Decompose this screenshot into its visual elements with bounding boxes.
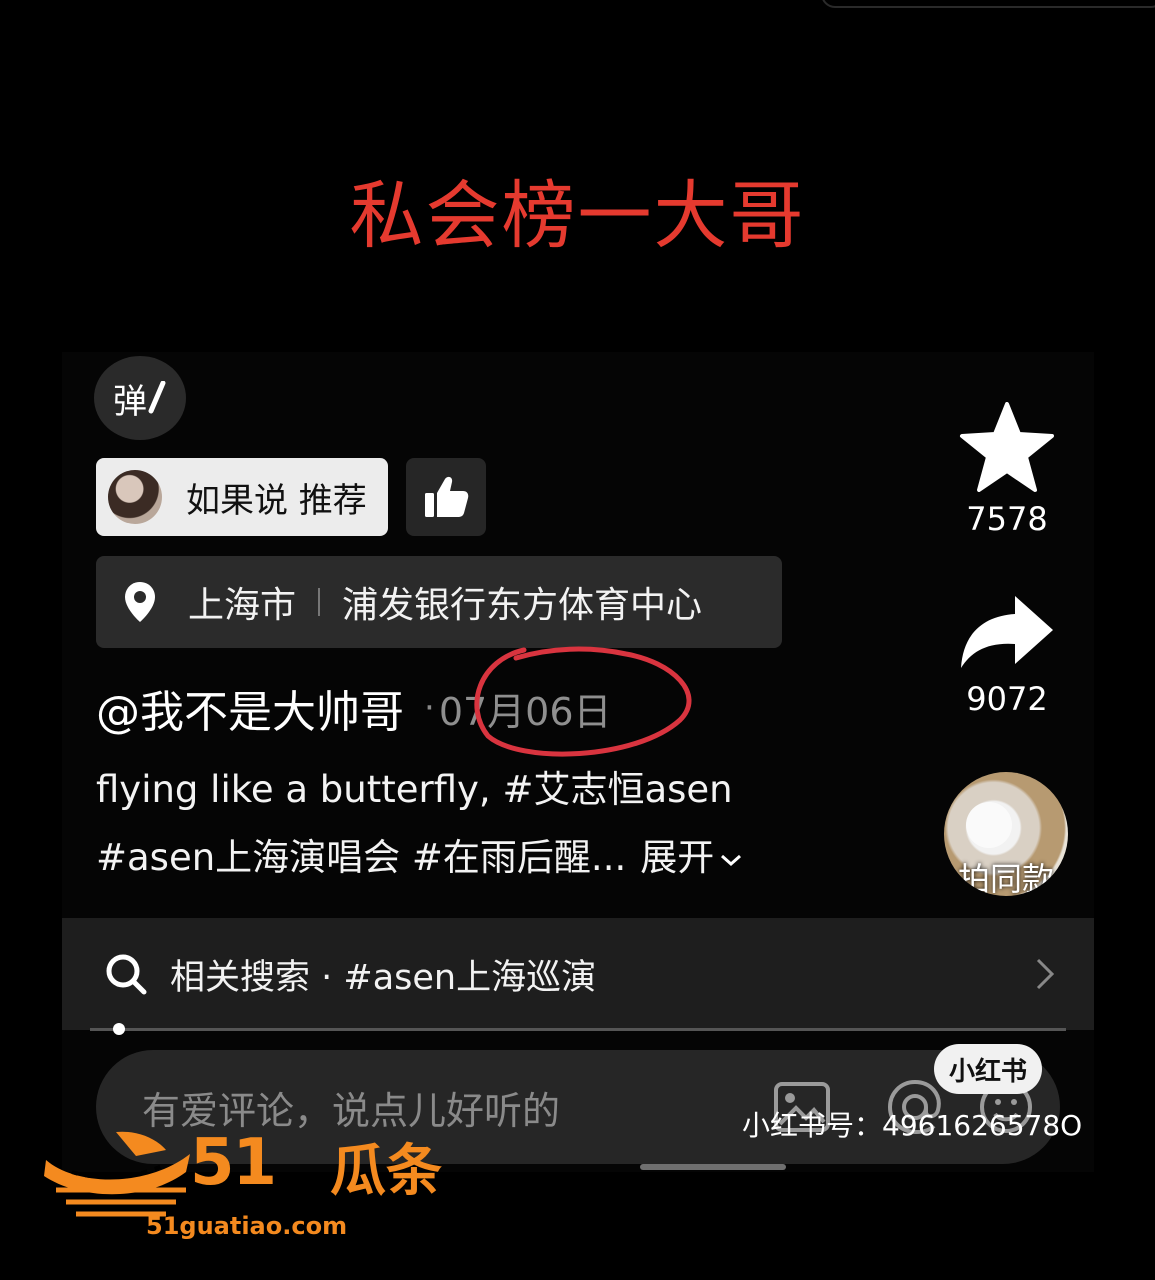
platform-id-watermark: 小红书号：4961626578O xyxy=(742,1109,1083,1142)
expand-button[interactable]: 展开 xyxy=(640,836,744,879)
recommend-label: 如果说 推荐 xyxy=(186,480,367,521)
description-line-2: #asen上海演唱会 #在雨后醒... 展开 xyxy=(96,824,916,892)
expand-label: 展开 xyxy=(640,836,715,879)
favorite-count: 7578 xyxy=(966,500,1048,538)
author-name[interactable]: @我不是大帅哥 xyxy=(96,676,404,740)
search-icon xyxy=(106,954,147,995)
recommender-avatar xyxy=(108,470,162,524)
brand-url: 51guatiao.com xyxy=(146,1212,348,1240)
same-style-thumbnail xyxy=(966,802,1012,848)
headline-caption: 私会榜一大哥 xyxy=(349,173,806,259)
description-line-1: flying like a butterfly, #艾志恒asen xyxy=(96,768,733,811)
brand-number: 51 xyxy=(190,1126,277,1200)
related-search-bar[interactable]: 相关搜索 · #asen上海巡演 xyxy=(62,918,1094,1030)
platform-watermark-badge: 小红书 xyxy=(934,1044,1042,1094)
chevron-right-icon xyxy=(1036,958,1055,990)
brand-name: 瓜条 xyxy=(330,1139,442,1204)
top-pill-decoration xyxy=(821,0,1155,8)
post-description: flying like a butterfly, #艾志恒asen #asen上… xyxy=(96,756,916,892)
star-icon xyxy=(960,402,1054,492)
description-line-2-text: #asen上海演唱会 #在雨后醒... xyxy=(96,836,627,879)
like-button[interactable] xyxy=(406,458,486,536)
danmu-toggle-button[interactable]: 弹 xyxy=(94,356,186,440)
same-style-button[interactable]: 拍同款 xyxy=(944,772,1068,896)
recommend-chip[interactable]: 如果说 推荐 xyxy=(96,458,388,536)
date-separator: · xyxy=(424,688,435,728)
danmu-label: 弹 xyxy=(113,381,147,422)
location-place: 浦发银行东方体育中心 xyxy=(342,585,703,626)
share-action[interactable]: 9072 xyxy=(947,594,1067,718)
watermelon-logo-icon xyxy=(44,1131,190,1217)
same-style-label: 拍同款 xyxy=(957,860,1054,896)
chevron-down-icon xyxy=(721,854,742,867)
annotation-circle xyxy=(474,646,692,757)
location-city: 上海市 xyxy=(188,585,297,626)
pencil-icon xyxy=(148,381,166,414)
video-progress-bar[interactable] xyxy=(90,1028,1066,1031)
favorite-action[interactable]: 7578 xyxy=(947,402,1067,538)
location-pin-icon xyxy=(125,582,155,622)
related-search-text: 相关搜索 · #asen上海巡演 xyxy=(170,957,597,998)
location-divider xyxy=(318,588,321,616)
location-chip[interactable]: 上海市 浦发银行东方体育中心 xyxy=(96,556,782,648)
thumbs-up-icon xyxy=(425,476,469,517)
share-count: 9072 xyxy=(966,680,1048,718)
home-indicator xyxy=(640,1164,786,1170)
share-arrow-icon xyxy=(961,596,1053,668)
